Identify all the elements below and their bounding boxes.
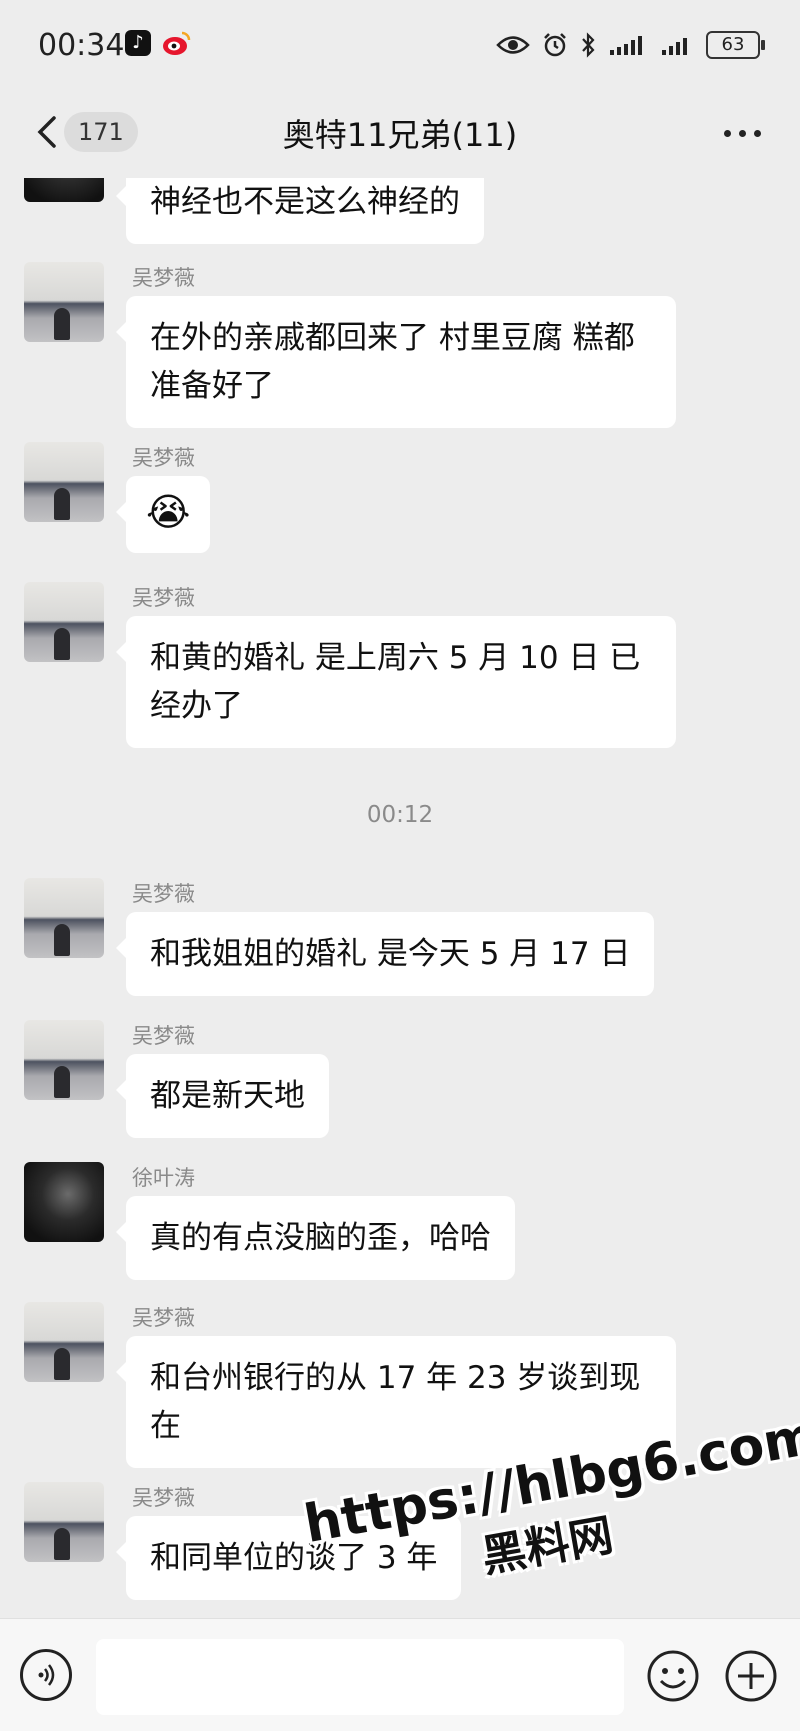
alarm-icon <box>544 33 566 57</box>
signal-icon <box>610 36 642 55</box>
sender-name: 吴梦薇 <box>132 1486 195 1510</box>
avatar[interactable] <box>24 1302 104 1382</box>
avatar[interactable] <box>24 1020 104 1100</box>
crying-emoji-icon: 😭 <box>146 490 191 534</box>
sender-name: 徐叶涛 <box>132 1166 195 1190</box>
avatar[interactable] <box>24 178 104 202</box>
sender-name: 吴梦薇 <box>132 266 195 290</box>
message-text: 都是新天地 <box>150 1078 305 1114</box>
add-attachment-icon[interactable] <box>724 1649 778 1703</box>
clock: 00:34 <box>38 28 125 63</box>
message-list[interactable]: 神经也不是这么神经的 吴梦薇 在外的亲戚都回来了 村里豆腐 糕都准备好了 吴梦薇… <box>0 178 800 1618</box>
weibo-icon <box>163 31 191 55</box>
avatar[interactable] <box>24 878 104 958</box>
chat-title: 奥特11兄弟(11) <box>282 116 518 154</box>
status-bar: 00:34 ♪ 63 <box>0 0 800 92</box>
message-text: 在外的亲戚都回来了 村里豆腐 糕都准备好了 <box>150 320 635 404</box>
message-text: 和我姐姐的婚礼 是今天 5 月 17 日 <box>150 936 631 972</box>
bluetooth-icon <box>582 32 595 58</box>
message-bubble[interactable]: 和黄的婚礼 是上周六 5 月 10 日 已经办了 <box>116 616 676 748</box>
battery-indicator: 63 <box>706 31 765 59</box>
message-timestamp: 00:12 <box>366 802 434 828</box>
avatar[interactable] <box>24 1162 104 1242</box>
message-text: 真的有点没脑的歪，哈哈 <box>150 1220 491 1256</box>
tiktok-icon: ♪ <box>125 30 151 56</box>
sender-name: 吴梦薇 <box>132 1024 195 1048</box>
message-bubble[interactable]: 😭 <box>115 476 211 553</box>
avatar[interactable] <box>24 1482 104 1562</box>
message-bubble[interactable]: 神经也不是这么神经的 <box>116 178 484 244</box>
signal-icon <box>662 38 687 55</box>
avatar[interactable] <box>24 262 104 342</box>
eye-icon <box>496 36 530 54</box>
sender-name: 吴梦薇 <box>132 882 195 906</box>
avatar[interactable] <box>24 582 104 662</box>
message-text: 和台州银行的从 17 年 23 岁谈到现在 <box>150 1360 641 1444</box>
sender-name: 吴梦薇 <box>132 1306 195 1330</box>
sender-name: 吴梦薇 <box>132 586 195 610</box>
emoji-icon[interactable] <box>646 1649 700 1703</box>
message-text: 神经也不是这么神经的 <box>150 184 460 220</box>
message-input[interactable] <box>96 1639 624 1715</box>
input-bar <box>0 1618 800 1731</box>
message-text: 和黄的婚礼 是上周六 5 月 10 日 已经办了 <box>150 640 641 724</box>
more-options-icon[interactable] <box>718 110 768 154</box>
voice-input-icon[interactable] <box>20 1649 72 1701</box>
chat-header: 171 奥特11兄弟(11) <box>0 92 800 178</box>
message-bubble[interactable]: 真的有点没脑的歪，哈哈 <box>116 1196 515 1280</box>
message-bubble[interactable]: 和我姐姐的婚礼 是今天 5 月 17 日 <box>115 912 655 996</box>
status-indicators: 63 <box>496 30 765 60</box>
message-bubble[interactable]: 都是新天地 <box>116 1054 329 1138</box>
message-bubble[interactable]: 在外的亲戚都回来了 村里豆腐 糕都准备好了 <box>116 296 676 428</box>
sender-name: 吴梦薇 <box>132 446 195 470</box>
avatar[interactable] <box>24 442 104 522</box>
